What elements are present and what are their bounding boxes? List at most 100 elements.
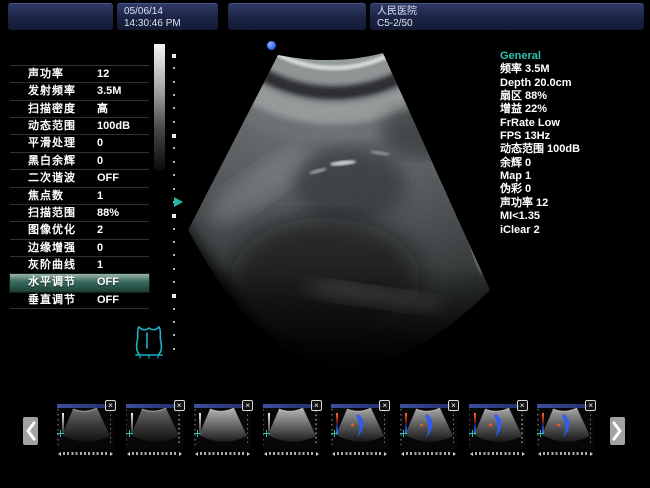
overlay-title: General bbox=[500, 50, 648, 63]
parameter-value: 12 bbox=[97, 66, 109, 83]
sidebar-parameter-row[interactable]: 垂直调节 OFF bbox=[10, 292, 149, 309]
overlay-line: 余辉 0 bbox=[500, 157, 648, 170]
sidebar-parameter-row[interactable]: 灰阶曲线 1 bbox=[10, 257, 149, 274]
sidebar-parameter-row[interactable]: 发射频率 3.5M bbox=[10, 83, 149, 100]
parameter-value: 0 bbox=[97, 135, 103, 152]
chevron-right-icon bbox=[612, 421, 623, 441]
thumbnail-right-ticks bbox=[521, 410, 523, 443]
parameter-value: 0 bbox=[97, 153, 103, 170]
close-icon[interactable]: × bbox=[448, 400, 459, 411]
thumbnail-left-ticks bbox=[400, 409, 402, 445]
sidebar-parameter-row[interactable]: 焦点数 1 bbox=[10, 188, 149, 205]
ultrasound-image-canvas[interactable] bbox=[175, 35, 505, 370]
filmstrip-next-button[interactable] bbox=[610, 417, 625, 445]
overlay-line: 伪彩 0 bbox=[500, 183, 648, 196]
thumbnail-item[interactable]: × bbox=[400, 404, 457, 456]
thumbnail-left-ticks bbox=[537, 409, 539, 445]
parameter-label: 扫描范围 bbox=[28, 205, 76, 222]
parameter-label: 灰阶曲线 bbox=[28, 257, 76, 274]
thumbnail-image: × bbox=[469, 404, 526, 449]
thumbnail-item[interactable]: × bbox=[263, 404, 320, 456]
overlay-line: MI<1.35 bbox=[500, 210, 648, 223]
parameter-value: 高 bbox=[97, 101, 108, 118]
thumbnail-caption bbox=[126, 452, 183, 456]
thumbnail-left-ticks bbox=[126, 409, 128, 445]
thumbnail-image: × bbox=[194, 404, 251, 449]
close-icon[interactable]: × bbox=[242, 400, 253, 411]
overlay-line: 声功率 12 bbox=[500, 197, 648, 210]
sidebar-parameter-row[interactable]: 动态范围 100dB bbox=[10, 118, 149, 135]
filmstrip-prev-button[interactable] bbox=[23, 417, 38, 445]
parameter-value: 2 bbox=[97, 222, 103, 239]
topbar-empty-box-2 bbox=[228, 3, 366, 30]
thumbnail-right-ticks bbox=[247, 410, 249, 443]
thumbnail-image: × bbox=[400, 404, 457, 449]
sidebar-parameter-row[interactable]: 二次谐波 OFF bbox=[10, 170, 149, 187]
thumbnail-item[interactable]: × bbox=[126, 404, 183, 456]
thumbnail-image: × bbox=[57, 404, 114, 449]
parameter-label: 平滑处理 bbox=[28, 135, 76, 152]
parameter-label: 二次谐波 bbox=[28, 170, 76, 187]
thumbnail-item[interactable]: × bbox=[57, 404, 114, 456]
sidebar-parameter-row[interactable]: 扫描密度 高 bbox=[10, 101, 149, 118]
sidebar-parameter-row[interactable]: 边缘增强 0 bbox=[10, 240, 149, 257]
thumbnail-image: × bbox=[331, 404, 388, 449]
parameter-value: OFF bbox=[97, 292, 119, 309]
parameter-label: 水平调节 bbox=[28, 274, 76, 291]
sidebar-parameter-row[interactable]: 平滑处理 0 bbox=[10, 135, 149, 152]
thumbnail-fan bbox=[469, 404, 526, 449]
sidebar-parameter-row[interactable]: 图像优化 2 bbox=[10, 222, 149, 239]
thumbnail-right-ticks bbox=[110, 410, 112, 443]
overlay-line: 增益 22% bbox=[500, 103, 648, 116]
thumbnail-left-ticks bbox=[194, 409, 196, 445]
thumbnail-right-ticks bbox=[384, 410, 386, 443]
parameter-value: 1 bbox=[97, 257, 103, 274]
thumbnail-item[interactable]: × bbox=[194, 404, 251, 456]
thumbnail-left-ticks bbox=[263, 409, 265, 445]
overlay-line: 扇区 88% bbox=[500, 90, 648, 103]
parameter-label: 焦点数 bbox=[28, 188, 64, 205]
close-icon[interactable]: × bbox=[379, 400, 390, 411]
ultrasound-fan bbox=[175, 35, 505, 370]
parameter-value: OFF bbox=[97, 170, 119, 187]
close-icon[interactable]: × bbox=[105, 400, 116, 411]
thumbnail-image: × bbox=[263, 404, 320, 449]
parameter-label: 动态范围 bbox=[28, 118, 76, 135]
thumbnail-caption bbox=[469, 452, 526, 456]
thumbnail-item[interactable]: × bbox=[331, 404, 388, 456]
thumbnail-item[interactable]: × bbox=[469, 404, 526, 456]
thumbnail-caption bbox=[537, 452, 594, 456]
close-icon[interactable]: × bbox=[311, 400, 322, 411]
thumbnail-caption bbox=[263, 452, 320, 456]
parameter-value: 0 bbox=[97, 240, 103, 257]
hospital-name: 人民医院 bbox=[370, 4, 644, 18]
parameter-sidebar: 声功率 12 发射频率 3.5M 扫描密度 高 动态范围 100dB 平滑处理 … bbox=[10, 65, 149, 309]
thumbnail-item[interactable]: × bbox=[537, 404, 594, 456]
sidebar-parameter-row[interactable]: 水平调节 OFF bbox=[10, 274, 149, 291]
close-icon[interactable]: × bbox=[174, 400, 185, 411]
sidebar-parameter-row[interactable]: 扫描范围 88% bbox=[10, 205, 149, 222]
date-text: 05/06/14 bbox=[117, 4, 218, 18]
sidebar-parameter-row[interactable]: 黑白余辉 0 bbox=[10, 153, 149, 170]
parameter-label: 扫描密度 bbox=[28, 101, 76, 118]
body-marker-icon bbox=[132, 322, 166, 360]
grayscale-bar bbox=[154, 44, 165, 170]
ultrasound-workstation-screen: 05/06/14 14:30:46 PM 人民医院 C5-2/50 声功率 12… bbox=[0, 0, 650, 488]
sidebar-parameter-row[interactable]: 声功率 12 bbox=[10, 66, 149, 83]
thumbnail-left-ticks bbox=[57, 409, 59, 445]
image-parameter-overlay: General 频率 3.5MDepth 20.0cm扇区 88%增益 22%F… bbox=[500, 50, 648, 237]
overlay-line: Map 1 bbox=[500, 170, 648, 183]
thumbnail-right-ticks bbox=[178, 410, 180, 443]
parameter-label: 声功率 bbox=[28, 66, 64, 83]
close-icon[interactable]: × bbox=[517, 400, 528, 411]
thumbnail-image: × bbox=[126, 404, 183, 449]
topbar-empty-box-1 bbox=[8, 3, 113, 30]
thumbnail-image: × bbox=[537, 404, 594, 449]
thumbnail-right-ticks bbox=[315, 410, 317, 443]
overlay-line: Depth 20.0cm bbox=[500, 77, 648, 90]
parameter-value: OFF bbox=[97, 274, 119, 291]
chevron-left-icon bbox=[25, 421, 36, 441]
overlay-line: FPS 13Hz bbox=[500, 130, 648, 143]
close-icon[interactable]: × bbox=[585, 400, 596, 411]
parameter-label: 图像优化 bbox=[28, 222, 76, 239]
